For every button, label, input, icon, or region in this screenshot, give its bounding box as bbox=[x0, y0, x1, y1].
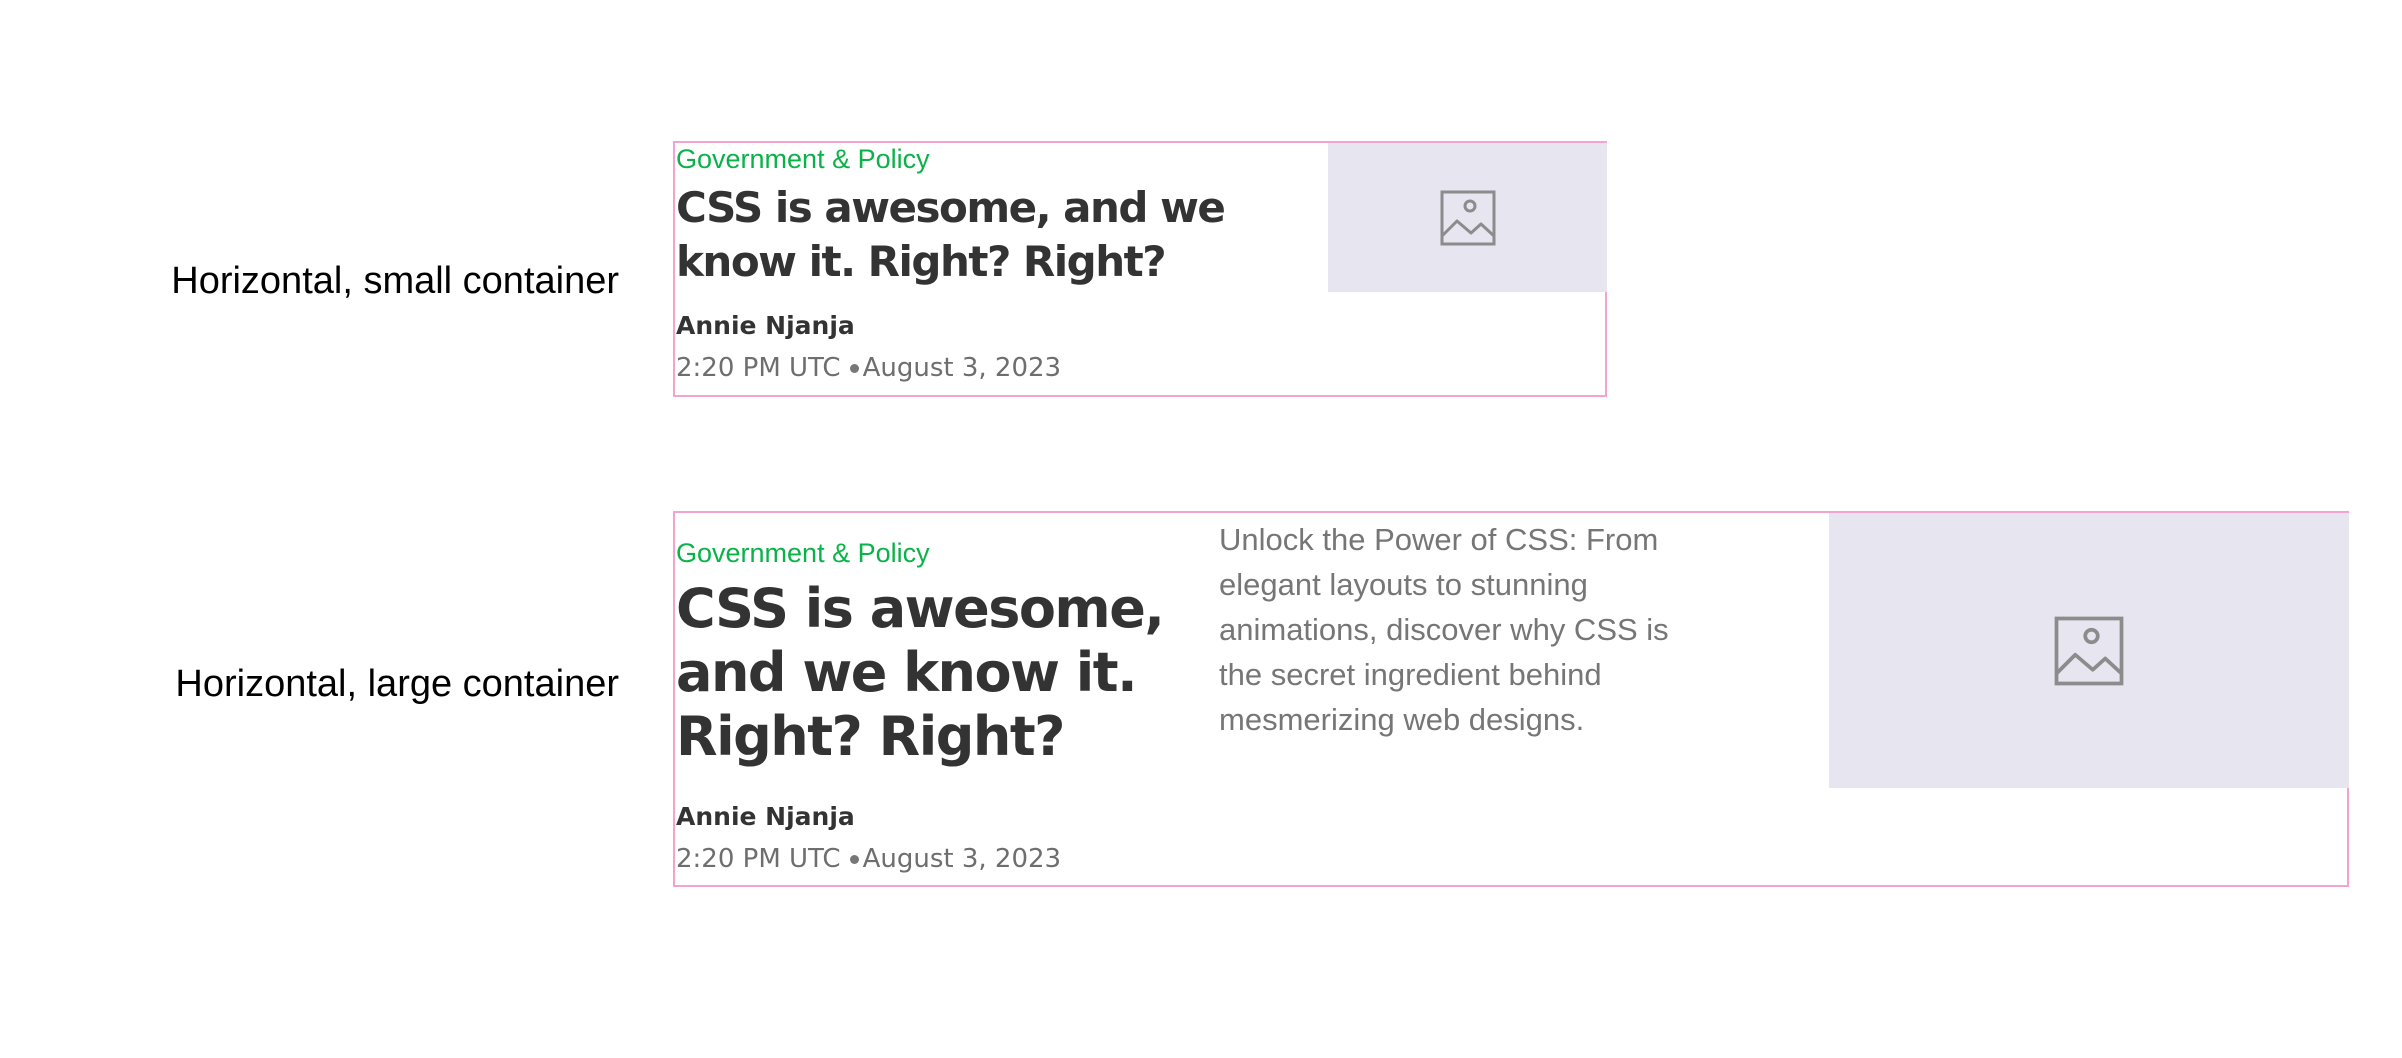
timestamp: 2:20 PM UTC August 3, 2023 bbox=[676, 846, 1061, 872]
date-text: August 3, 2023 bbox=[862, 844, 1062, 874]
article-excerpt: Unlock the Power of CSS: From elegant la… bbox=[1219, 522, 1669, 737]
article-image[interactable] bbox=[1829, 513, 2349, 788]
article-image[interactable] bbox=[1328, 143, 1607, 292]
article-card-small[interactable]: Government & Policy CSS is awesome, and … bbox=[673, 141, 1607, 397]
date-text: August 3, 2023 bbox=[862, 353, 1062, 383]
author-name[interactable]: Annie Njanja bbox=[676, 313, 855, 338]
image-placeholder-icon bbox=[2054, 616, 2124, 685]
author-name[interactable]: Annie Njanja bbox=[676, 804, 855, 829]
category-link[interactable]: Government & Policy bbox=[676, 146, 930, 173]
separator-dot bbox=[849, 854, 859, 864]
row-label-small: Horizontal, small container bbox=[171, 260, 619, 302]
headline[interactable]: CSS is awesome, and we know it. Right? R… bbox=[676, 577, 1196, 769]
time-text: 2:20 PM UTC bbox=[676, 353, 841, 383]
category-link[interactable]: Government & Policy bbox=[676, 540, 930, 567]
article-card-large[interactable]: Government & Policy CSS is awesome, and … bbox=[673, 511, 2349, 887]
image-placeholder-icon bbox=[1440, 190, 1495, 245]
timestamp: 2:20 PM UTC August 3, 2023 bbox=[676, 355, 1061, 381]
headline[interactable]: CSS is awesome, and we know it. Right? R… bbox=[676, 181, 1236, 289]
row-label-large: Horizontal, large container bbox=[175, 663, 619, 705]
time-text: 2:20 PM UTC bbox=[676, 844, 841, 874]
separator-dot bbox=[849, 363, 859, 373]
